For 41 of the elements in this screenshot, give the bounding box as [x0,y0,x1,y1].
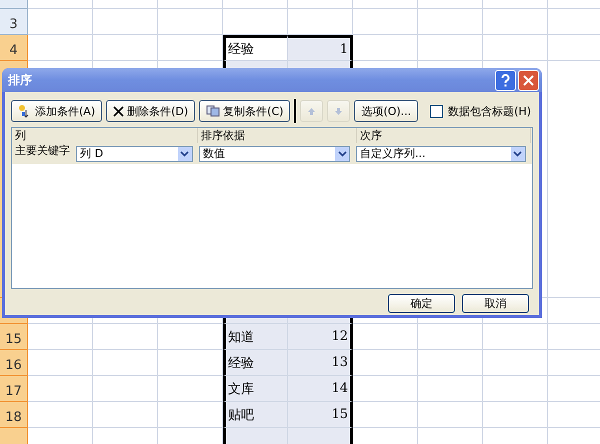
caret-icon [513,150,522,156]
order-dropdown[interactable]: 自定义序列... [356,146,526,162]
table-cell: 13 [288,350,353,376]
ok-button[interactable]: 确定 [388,294,455,313]
table-cell: 14 [288,376,353,402]
row-header[interactable]: 3 [0,9,28,35]
copy-icon [206,105,220,117]
table-cell: 经验 [223,350,288,376]
options-button[interactable]: 选项(O)... [354,100,418,122]
table-cell: 12 [288,324,353,350]
table-cell: 知道 [223,324,288,350]
table-cell: 1 [288,35,353,61]
table-cell: 经验 [223,35,288,61]
delete-button[interactable]: 删除条件(D) [106,100,196,122]
close-icon [113,106,124,116]
table-cell: 贴吧 [223,402,288,428]
row-header[interactable]: 18 [0,402,28,428]
row-header[interactable]: 16 [0,350,28,376]
sort-key-label: 主要关键字 [14,143,71,158]
add-button[interactable]: 添加条件(A) [11,100,102,122]
table-cell: 文库 [223,376,288,402]
close-icon [523,74,534,86]
caret-icon [180,150,190,156]
close-button[interactable] [518,70,539,90]
help-icon [501,74,510,86]
sort-on-dropdown[interactable]: 数值 [198,146,350,162]
column-dropdown[interactable]: 列 D [76,146,193,162]
checkbox-label: 数据包含标题(H) [448,104,532,118]
down-arrow-icon [334,106,344,116]
up-arrow-icon [307,106,316,116]
copy-button[interactable]: 复制条件(C) [199,100,290,122]
row-header[interactable]: 17 [0,376,28,402]
window-title: 排序 [8,72,32,88]
table-cell: 15 [288,402,353,428]
row-header[interactable] [0,0,28,9]
row-header[interactable]: 4 [0,35,28,61]
caret-icon [338,150,347,156]
row-header[interactable]: 15 [0,324,28,350]
help-button[interactable] [495,70,516,90]
cancel-button[interactable]: 取消 [462,294,529,313]
checkbox[interactable] [430,104,444,118]
